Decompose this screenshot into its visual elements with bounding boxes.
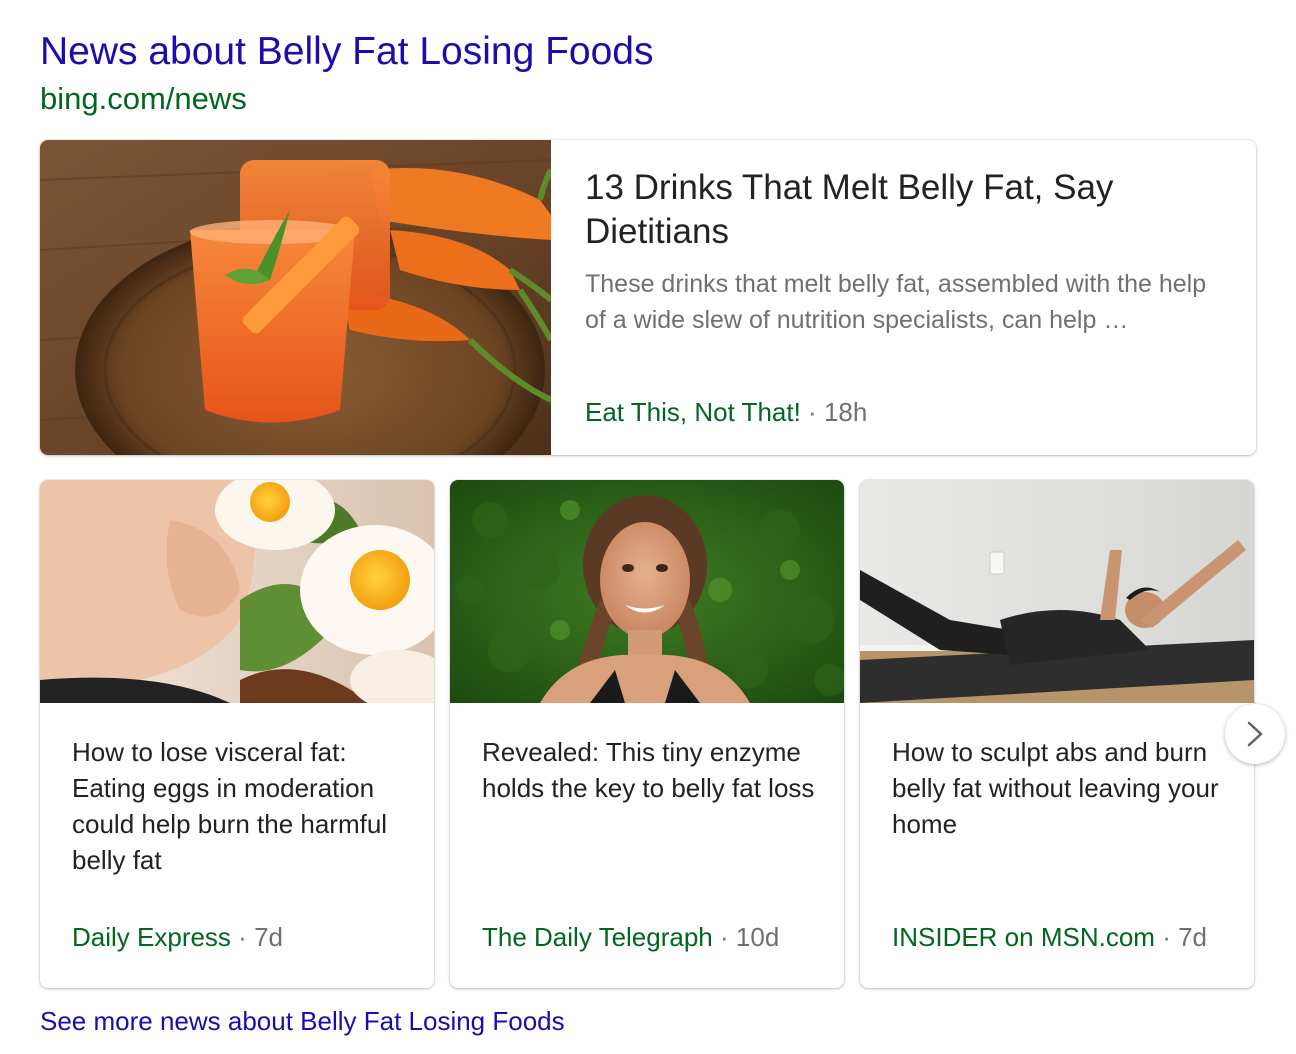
card-age: 7d <box>1178 922 1208 952</box>
featured-source-line: Eat This, Not That! · 18h <box>585 396 867 428</box>
separator-dot: · <box>808 397 817 427</box>
card-headline[interactable]: How to lose visceral fat: Eating eggs in… <box>72 734 412 878</box>
chevron-right-icon <box>1247 721 1263 747</box>
card-headline[interactable]: Revealed: This tiny enzyme holds the key… <box>482 734 822 806</box>
see-more-news-link[interactable]: See more news about Belly Fat Losing Foo… <box>40 1004 565 1038</box>
news-card-1[interactable]: How to lose visceral fat: Eating eggs in… <box>40 480 434 988</box>
card-headline[interactable]: How to sculpt abs and burn belly fat wit… <box>892 734 1232 842</box>
featured-snippet: These drinks that melt belly fat, assemb… <box>585 270 1207 334</box>
card-age: 10d <box>735 922 780 952</box>
card-age: 7d <box>254 922 283 952</box>
carrot-juice-photo <box>40 140 551 455</box>
woman-portrait-photo <box>450 480 844 703</box>
separator-dot: · <box>720 922 729 952</box>
featured-headline[interactable]: 13 Drinks That Melt Belly Fat, Say Dieti… <box>585 166 1185 254</box>
card-source: INSIDER on MSN.com <box>892 922 1155 952</box>
man-exercising-photo <box>860 480 1254 703</box>
featured-age: 18h <box>823 397 868 427</box>
featured-source: Eat This, Not That! <box>585 397 801 427</box>
card-source: The Daily Telegraph <box>482 922 713 952</box>
card-source-line: INSIDER on MSN.com · 7d <box>892 921 1207 953</box>
separator-dot: · <box>238 922 247 952</box>
news-card-3[interactable]: How to sculpt abs and burn belly fat wit… <box>860 480 1254 988</box>
separator-dot: · <box>1162 922 1171 952</box>
featured-news-card[interactable]: 13 Drinks That Melt Belly Fat, Say Dieti… <box>40 140 1256 455</box>
card-source-line: The Daily Telegraph · 10d <box>482 921 779 953</box>
news-card-2[interactable]: Revealed: This tiny enzyme holds the key… <box>450 480 844 988</box>
card-source-line: Daily Express · 7d <box>72 921 283 953</box>
belly-and-eggs-photo <box>40 480 434 703</box>
news-section-url: bing.com/news <box>40 81 247 116</box>
news-section-title[interactable]: News about Belly Fat Losing Foods <box>40 28 654 76</box>
card-source: Daily Express <box>72 922 231 952</box>
carousel-next-button[interactable] <box>1225 704 1285 764</box>
